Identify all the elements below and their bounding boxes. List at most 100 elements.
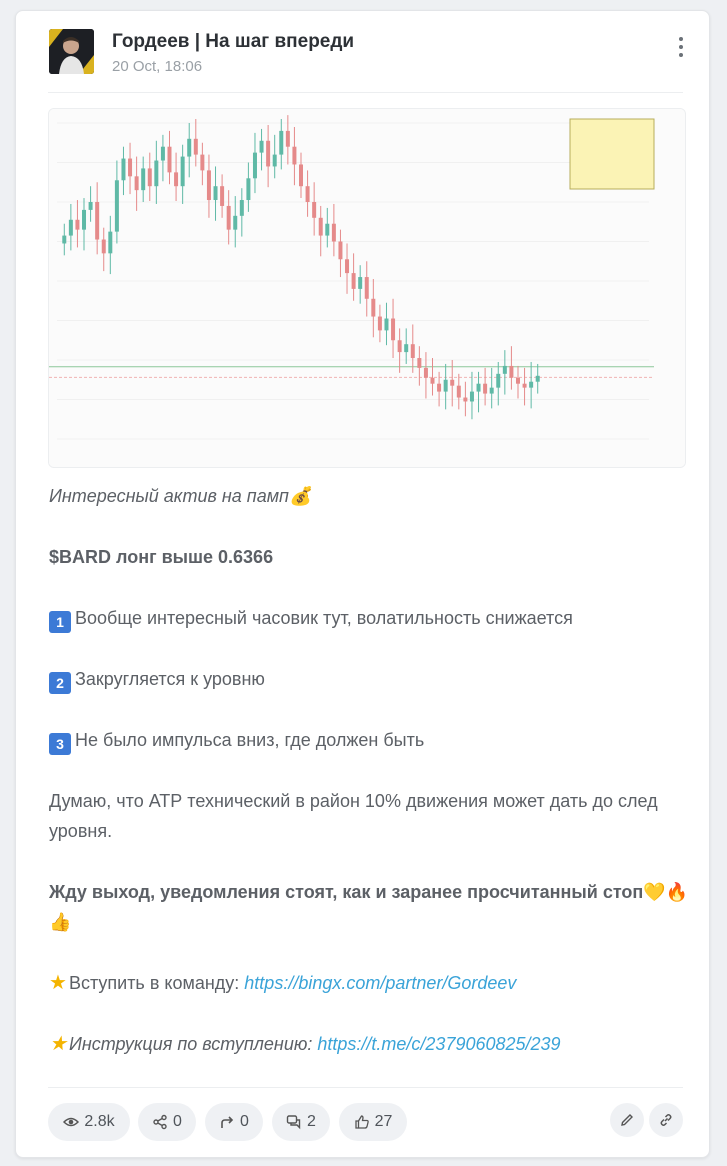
point-3-text: Не было импульса вниз, где должен быть [75, 730, 425, 750]
candle [377, 316, 382, 331]
candle [121, 158, 126, 181]
post-date: 20 Oct, 18:06 [112, 58, 203, 75]
candle [529, 381, 534, 388]
number-badge-1: 1 [49, 611, 71, 633]
candle [430, 377, 435, 384]
thumbs-up-icon [354, 1115, 369, 1129]
candle [325, 223, 330, 236]
views-count: 2.8k [84, 1113, 115, 1130]
candle [351, 273, 356, 289]
candle [88, 202, 93, 210]
candle [292, 146, 297, 165]
candle [226, 205, 231, 230]
wait-paragraph: Жду выход, уведомления стоят, как и зара… [49, 877, 689, 937]
candle [187, 138, 192, 157]
candle [410, 344, 415, 359]
candle [331, 223, 336, 242]
forward-icon [221, 1116, 234, 1128]
comments-icon [286, 1115, 301, 1130]
candle [364, 277, 369, 299]
candle [62, 235, 67, 244]
comments-button[interactable]: 2 [272, 1103, 330, 1141]
candle [483, 383, 488, 394]
candle [141, 168, 146, 191]
instruction-line: ★ Инструкция по вступлению: https://t.me/… [49, 1029, 689, 1059]
candle [522, 383, 527, 388]
post-card: Гордеев | На шаг впереди 20 Oct, 18:06 И… [15, 10, 710, 1158]
more-vertical-icon[interactable] [677, 37, 685, 65]
candle [502, 365, 507, 374]
intro-text: Интересный актив на памп [49, 486, 289, 506]
candle [535, 375, 540, 382]
post-body: Интересный актив на памп💰 $BARD лонг выш… [49, 481, 689, 1090]
candle [469, 391, 474, 402]
candle [312, 202, 317, 218]
candle [305, 186, 310, 202]
eye-icon [63, 1117, 80, 1127]
candle [272, 154, 277, 167]
candle [180, 156, 185, 187]
channel-name[interactable]: Гордеев | На шаг впереди [112, 31, 354, 53]
views-counter[interactable]: 2.8k [48, 1103, 130, 1141]
candle [391, 318, 396, 341]
candle [154, 160, 159, 187]
candle [75, 219, 80, 230]
share-icon [153, 1114, 167, 1130]
candle [476, 383, 481, 392]
post-header: Гордеев | На шаг впереди 20 Oct, 18:06 [49, 29, 709, 79]
money-bag-emoji: 💰 [288, 486, 312, 506]
candle [358, 277, 363, 289]
candle [423, 367, 428, 378]
fib-info-box [569, 118, 655, 190]
candle [417, 358, 422, 368]
forwards-count: 0 [240, 1113, 249, 1130]
point-2: 2 Закругляется к уровню [49, 664, 689, 694]
instruction-link[interactable]: https://t.me/c/2379060825/239 [317, 1034, 560, 1054]
candle [206, 170, 211, 201]
candle [463, 397, 468, 402]
edit-icon [621, 1114, 633, 1126]
candle [404, 344, 409, 353]
candle [200, 154, 205, 171]
intro-line: Интересный актив на памп💰 [49, 481, 689, 511]
candle [220, 186, 225, 206]
post-footer: 2.8k 0 0 2 27 [48, 1103, 683, 1145]
number-badge-2: 2 [49, 672, 71, 694]
number-badge-3: 3 [49, 733, 71, 755]
star-icon: ★ [49, 1033, 67, 1055]
candle [252, 152, 257, 179]
candle [299, 164, 303, 187]
point-3: 3 Не было импульса вниз, где должен быть [49, 725, 689, 755]
candle [193, 138, 198, 155]
candle [108, 231, 113, 254]
shares-count: 0 [173, 1113, 182, 1130]
candle [450, 379, 455, 386]
candle [279, 130, 284, 155]
join-link[interactable]: https://bingx.com/partner/Gordeev [244, 973, 516, 993]
wait-text: Жду выход, уведомления стоят, как и зара… [49, 882, 644, 902]
copy-link-button[interactable] [649, 1103, 683, 1137]
chart-image[interactable] [48, 108, 686, 468]
candle [147, 168, 152, 187]
instruction-label: Инструкция по вступлению: [68, 1034, 318, 1054]
edit-button[interactable] [610, 1103, 644, 1137]
candle [134, 176, 139, 191]
candle [246, 178, 251, 201]
candle [285, 130, 290, 147]
candle [515, 377, 520, 384]
candle [509, 365, 514, 378]
share-button[interactable]: 0 [138, 1103, 196, 1141]
like-button[interactable]: 27 [339, 1103, 407, 1141]
avatar[interactable] [49, 29, 94, 74]
forward-button[interactable]: 0 [205, 1103, 263, 1141]
candle [397, 340, 402, 353]
point-1-text: Вообще интересный часовик тут, волатильн… [75, 608, 573, 628]
candle [384, 318, 389, 331]
likes-count: 27 [374, 1113, 393, 1130]
comments-count: 2 [307, 1113, 316, 1130]
candle [95, 202, 100, 240]
candle [213, 186, 218, 201]
atr-paragraph: Думаю, что АТР технический в район 10% д… [49, 791, 658, 841]
candle [160, 146, 165, 161]
candle [437, 383, 442, 392]
